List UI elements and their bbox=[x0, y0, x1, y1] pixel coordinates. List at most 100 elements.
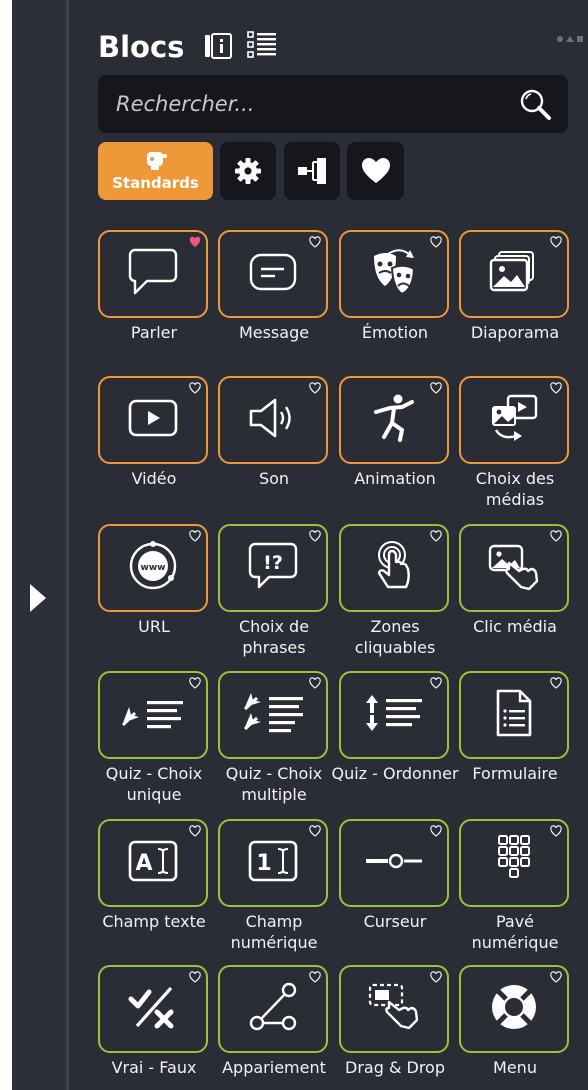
favorite-heart-icon[interactable] bbox=[550, 236, 562, 248]
svg-text:1: 1 bbox=[256, 851, 271, 876]
favorite-heart-icon[interactable] bbox=[309, 236, 321, 248]
block-tile[interactable] bbox=[459, 376, 569, 464]
speaker-icon bbox=[247, 396, 299, 444]
block-label: Vrai - Faux bbox=[111, 1058, 197, 1077]
block-tile[interactable] bbox=[218, 671, 328, 759]
block-tile[interactable] bbox=[98, 671, 208, 759]
multiple-choice-icon bbox=[237, 691, 309, 739]
favorite-heart-icon[interactable] bbox=[430, 382, 442, 394]
favorite-heart-icon[interactable] bbox=[309, 677, 321, 689]
block-tile[interactable] bbox=[98, 230, 208, 318]
favorite-heart-icon[interactable] bbox=[430, 825, 442, 837]
svg-text:!?: !? bbox=[263, 552, 283, 574]
block-tile[interactable] bbox=[339, 524, 449, 612]
question-bubble-icon: !? bbox=[247, 541, 299, 595]
favorite-heart-icon[interactable] bbox=[189, 530, 201, 542]
info-icon[interactable] bbox=[204, 32, 232, 60]
search-icon[interactable] bbox=[518, 87, 552, 121]
block-tile[interactable] bbox=[218, 230, 328, 318]
true-false-icon bbox=[127, 982, 179, 1036]
block-label: Émotion bbox=[361, 323, 429, 342]
theater-masks-icon bbox=[368, 246, 420, 302]
block-tile[interactable]: !? bbox=[218, 524, 328, 612]
heart-icon bbox=[361, 158, 390, 183]
block-tile[interactable] bbox=[339, 376, 449, 464]
block-label: Message bbox=[238, 323, 310, 342]
block-label: Champ numérique bbox=[230, 912, 318, 952]
block-label: Son bbox=[258, 469, 290, 488]
block-tile[interactable] bbox=[459, 230, 569, 318]
block-tile[interactable]: 1 bbox=[218, 819, 328, 907]
block-label: Pavé numérique bbox=[471, 912, 559, 952]
expand-arrow-icon[interactable] bbox=[30, 584, 46, 612]
favorite-heart-icon[interactable] bbox=[550, 382, 562, 394]
favorite-heart-icon[interactable] bbox=[550, 825, 562, 837]
panel-title: Blocs bbox=[98, 30, 185, 64]
tap-finger-icon bbox=[370, 539, 418, 597]
window-dots-icon[interactable] bbox=[556, 34, 586, 44]
favorite-heart-icon[interactable] bbox=[189, 825, 201, 837]
block-tile[interactable] bbox=[339, 965, 449, 1053]
order-icon bbox=[362, 693, 426, 737]
tab-settings[interactable] bbox=[220, 142, 276, 200]
slideshow-icon bbox=[489, 250, 539, 298]
favorite-heart-icon[interactable] bbox=[189, 382, 201, 394]
block-tile[interactable] bbox=[339, 671, 449, 759]
block-tile[interactable] bbox=[218, 965, 328, 1053]
lifebuoy-icon bbox=[489, 982, 539, 1036]
block-label: Choix de phrases bbox=[238, 617, 310, 657]
list-view-icon[interactable] bbox=[246, 29, 278, 61]
block-tile[interactable] bbox=[459, 524, 569, 612]
svg-text:www: www bbox=[141, 563, 166, 573]
favorite-heart-icon[interactable] bbox=[309, 382, 321, 394]
block-tile[interactable]: A bbox=[98, 819, 208, 907]
favorite-heart-icon[interactable] bbox=[550, 677, 562, 689]
gear-icon bbox=[235, 158, 261, 184]
number-field-icon: 1 bbox=[247, 839, 299, 887]
block-label: Parler bbox=[130, 323, 178, 342]
favorite-heart-icon[interactable] bbox=[430, 971, 442, 983]
favorite-heart-icon[interactable] bbox=[430, 530, 442, 542]
blocks-panel: Blocs Rechercher... Standards Parler Mes… bbox=[69, 0, 588, 1090]
video-play-icon bbox=[127, 398, 179, 442]
form-document-icon bbox=[494, 688, 534, 742]
tab-standards[interactable]: Standards bbox=[98, 142, 213, 200]
favorite-heart-icon[interactable] bbox=[309, 530, 321, 542]
block-tile[interactable] bbox=[98, 376, 208, 464]
block-tile[interactable] bbox=[339, 230, 449, 318]
block-tile[interactable] bbox=[218, 376, 328, 464]
block-tile[interactable] bbox=[339, 819, 449, 907]
block-tile[interactable] bbox=[459, 819, 569, 907]
favorite-heart-icon[interactable] bbox=[309, 825, 321, 837]
search-box bbox=[98, 75, 568, 133]
hand-on-image-icon bbox=[487, 541, 541, 595]
speech-bubble-icon bbox=[127, 247, 179, 301]
dancing-figure-icon bbox=[372, 392, 416, 448]
block-label: Menu bbox=[493, 1058, 537, 1077]
block-tile[interactable]: www bbox=[98, 524, 208, 612]
media-choice-icon bbox=[488, 392, 540, 448]
block-tile[interactable] bbox=[459, 965, 569, 1053]
single-choice-icon bbox=[117, 693, 189, 737]
matching-icon bbox=[246, 980, 300, 1038]
favorite-heart-icon[interactable] bbox=[550, 971, 562, 983]
favorite-heart-icon[interactable] bbox=[309, 971, 321, 983]
block-tile[interactable] bbox=[98, 965, 208, 1053]
favorite-heart-icon[interactable] bbox=[189, 677, 201, 689]
favorite-heart-icon[interactable] bbox=[189, 971, 201, 983]
block-label: Vidéo bbox=[131, 469, 177, 488]
search-input[interactable] bbox=[116, 87, 496, 121]
tab-favorites[interactable] bbox=[347, 142, 404, 200]
tab-hierarchy[interactable] bbox=[284, 142, 340, 200]
block-label: Champ texte bbox=[102, 912, 206, 931]
www-globe-icon: www bbox=[127, 540, 179, 596]
favorite-heart-icon[interactable] bbox=[430, 677, 442, 689]
block-label: Drag & Drop bbox=[345, 1058, 445, 1077]
favorite-heart-icon[interactable] bbox=[189, 236, 201, 248]
block-label: Diaporama bbox=[470, 323, 560, 342]
slider-icon bbox=[364, 849, 424, 877]
block-tile[interactable] bbox=[459, 671, 569, 759]
favorite-heart-icon[interactable] bbox=[550, 530, 562, 542]
svg-text:A: A bbox=[135, 851, 152, 876]
favorite-heart-icon[interactable] bbox=[430, 236, 442, 248]
